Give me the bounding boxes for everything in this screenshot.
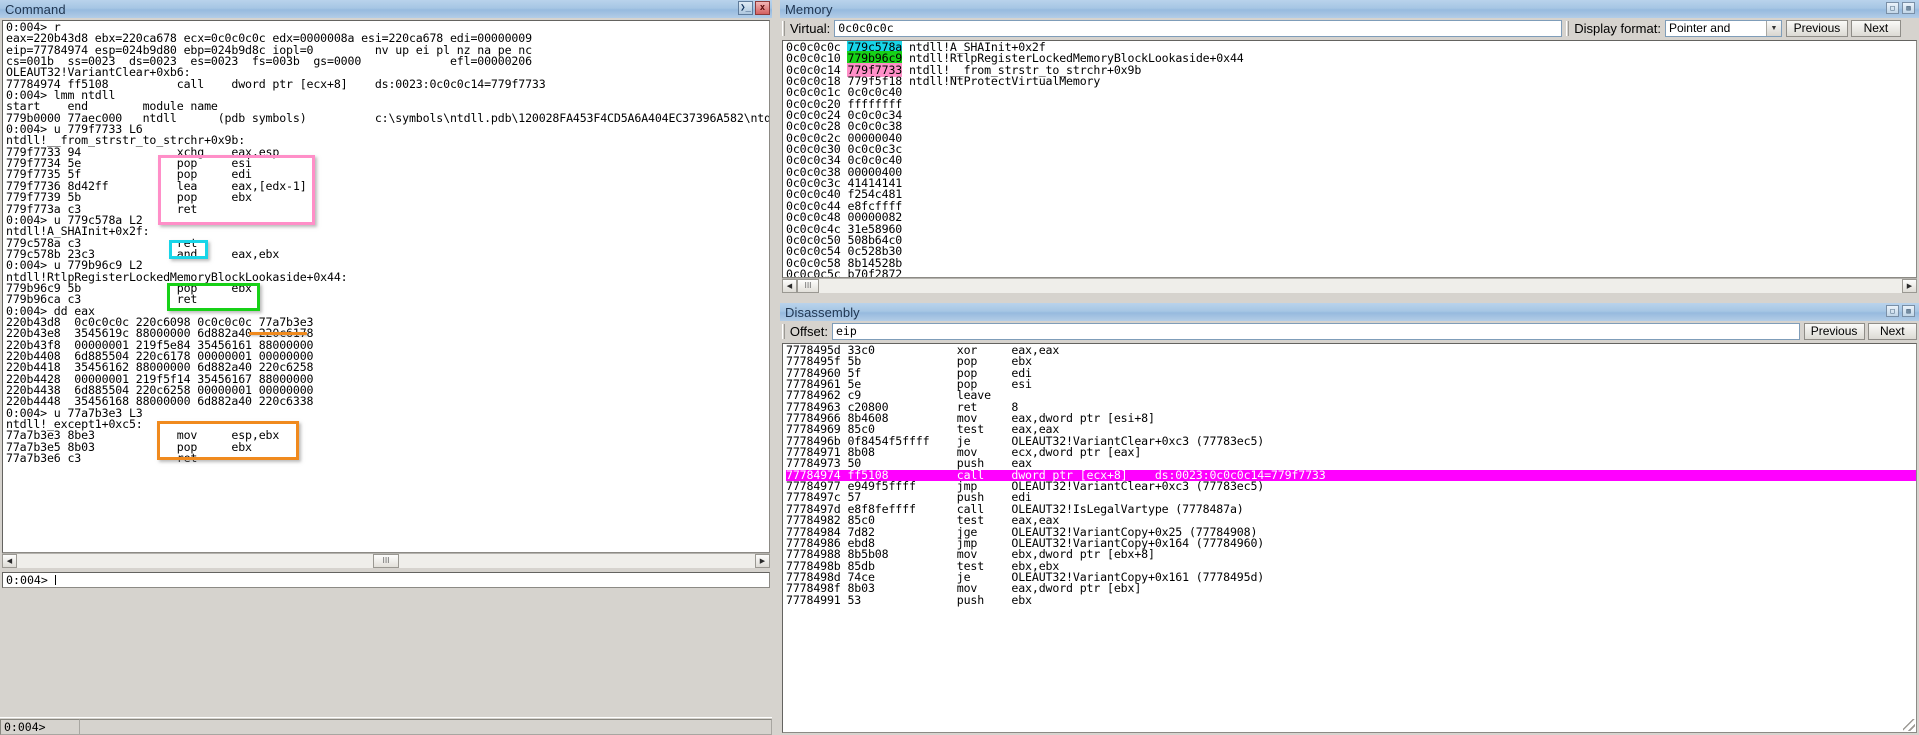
windbg-app: Command ❯_ x 0:004> reax=220b43d8 ebx=22… (0, 0, 1919, 735)
command-output-line: 77a7b3e6 c3 ret (6, 453, 769, 464)
memory-row: 0c0c0c34 0c0c0c40 (786, 155, 1916, 166)
disassembly-listing-text: 7778495d 33c0 xor eax,eax7778495f 5b pop… (783, 344, 1916, 606)
memory-window-buttons: □ ▧ (1886, 2, 1915, 14)
memory-row: 0c0c0c3c 41414141 (786, 178, 1916, 189)
memory-row: 0c0c0c38 00000400 (786, 167, 1916, 178)
command-input-prompt: 0:004> (6, 573, 55, 587)
memory-row: 0c0c0c54 0c528b30 (786, 246, 1916, 257)
memory-row: 0c0c0c2c 00000040 (786, 133, 1916, 144)
disassembly-window: Disassembly □ ▧ Offset: eip Previous Nex… (780, 303, 1919, 735)
resize-grip-icon[interactable] (1903, 719, 1915, 731)
close-icon[interactable]: x (755, 1, 770, 15)
status-prompt-cell: 0:004> (0, 719, 80, 735)
memory-row-value: b70f2872 (847, 267, 902, 278)
command-window: Command ❯_ x 0:004> reax=220b43d8 ebx=22… (0, 0, 772, 735)
scroll-thumb[interactable]: III (373, 554, 399, 568)
scroll-left-icon[interactable]: ◀ (2, 554, 17, 568)
memory-listing-pane[interactable]: 0c0c0c0c 779c578a ntdll!A_SHAInit+0x2f0c… (782, 40, 1917, 278)
disassembly-window-titlebar[interactable]: Disassembly □ ▧ (780, 303, 1919, 321)
memory-window: Memory □ ▧ Virtual: 0c0c0c0c Display for… (780, 0, 1919, 297)
offset-label: Offset: (789, 324, 832, 339)
command-output-text: 0:004> reax=220b43d8 ebx=220ca678 ecx=0c… (3, 21, 769, 464)
memory-row: 0c0c0c18 779f5f18 ntdll!NtProtectVirtual… (786, 76, 1916, 87)
memory-row: 0c0c0c1c 0c0c0c40 (786, 87, 1916, 98)
memory-row: 0c0c0c5c b70f2872 (786, 269, 1916, 278)
memory-row: 0c0c0c58 8b14528b (786, 258, 1916, 269)
memory-scroll-track[interactable] (819, 279, 1902, 294)
memory-scroll-left-icon[interactable]: ◀ (782, 279, 797, 293)
command-hscrollbar[interactable]: ◀ III ▶ (2, 553, 770, 568)
display-format-select[interactable]: Pointer and ▼ (1665, 20, 1782, 37)
memory-row: 0c0c0c48 00000082 (786, 212, 1916, 223)
disassembly-window-title: Disassembly (785, 305, 860, 320)
dock-icon-disasm[interactable]: ▧ (1902, 305, 1915, 317)
display-format-value: Pointer and (1669, 21, 1730, 36)
disassembly-line: 77784991 53 push ebx (786, 595, 1916, 606)
memory-scroll-right-icon[interactable]: ▶ (1902, 279, 1917, 293)
memory-window-titlebar[interactable]: Memory □ ▧ (780, 0, 1919, 18)
memory-previous-button[interactable]: Previous (1786, 20, 1848, 37)
memory-row-address: 0c0c0c5c (786, 267, 847, 278)
memory-listing-text: 0c0c0c0c 779c578a ntdll!A_SHAInit+0x2f0c… (783, 41, 1916, 278)
memory-scroll-thumb[interactable]: III (797, 279, 819, 293)
scroll-track-right[interactable] (399, 554, 755, 569)
command-statusbar: 0:004> (0, 717, 772, 735)
restore-icon-disasm[interactable]: □ (1886, 305, 1899, 317)
status-blank-cell (80, 719, 772, 735)
toolbar-grip-virtual[interactable] (782, 21, 787, 36)
command-window-buttons: ❯_ x (738, 1, 770, 15)
minimize-icon[interactable]: ❯_ (738, 1, 753, 15)
memory-row: 0c0c0c44 e8fcffff (786, 201, 1916, 212)
restore-icon[interactable]: □ (1886, 2, 1899, 14)
command-window-titlebar[interactable]: Command ❯_ x (0, 0, 772, 18)
command-output-line: 77784974 ff5108 call dword ptr [ecx+8] d… (6, 79, 769, 90)
memory-toolbar: Virtual: 0c0c0c0c Display format: Pointe… (780, 19, 1919, 38)
disassembly-window-buttons: □ ▧ (1886, 305, 1915, 317)
command-window-title: Command (5, 2, 66, 17)
scroll-track-left[interactable] (17, 554, 373, 569)
memory-row: 0c0c0c30 0c0c0c3c (786, 144, 1916, 155)
chevron-down-icon[interactable]: ▼ (1766, 21, 1781, 36)
memory-row: 0c0c0c40 f254c481 (786, 189, 1916, 200)
toolbar-grip-format[interactable] (1566, 21, 1571, 36)
display-format-label: Display format: (1573, 21, 1665, 36)
disassembly-listing-pane[interactable]: 7778495d 33c0 xor eax,eax7778495f 5b pop… (782, 343, 1917, 733)
memory-row: 0c0c0c28 0c0c0c38 (786, 121, 1916, 132)
memory-row: 0c0c0c50 508b64c0 (786, 235, 1916, 246)
vertical-splitter[interactable] (772, 0, 780, 735)
memory-row: 0c0c0c24 0c0c0c34 (786, 110, 1916, 121)
memory-row: 0c0c0c20 ffffffff (786, 99, 1916, 110)
command-output-line: 779b96ca c3 ret (6, 294, 769, 305)
toolbar-grip-offset[interactable] (782, 324, 787, 339)
virtual-address-input[interactable]: 0c0c0c0c (834, 20, 1562, 37)
scroll-right-icon[interactable]: ▶ (755, 554, 770, 568)
memory-row-symbol: ntdll!NtProtectVirtualMemory (902, 74, 1100, 88)
memory-hscrollbar[interactable]: ◀ III ▶ (782, 278, 1917, 293)
disassembly-next-button[interactable]: Next (1868, 323, 1917, 340)
disassembly-previous-button[interactable]: Previous (1804, 323, 1865, 340)
dock-icon[interactable]: ▧ (1902, 2, 1915, 14)
virtual-label: Virtual: (789, 21, 834, 36)
disassembly-toolbar: Offset: eip Previous Next (780, 322, 1919, 341)
memory-window-title: Memory (785, 2, 833, 17)
memory-next-button[interactable]: Next (1851, 20, 1901, 37)
memory-row: 0c0c0c4c 31e58960 (786, 224, 1916, 235)
command-output-pane[interactable]: 0:004> reax=220b43d8 ebx=220ca678 ecx=0c… (2, 20, 770, 553)
text-caret (55, 575, 56, 585)
offset-input[interactable]: eip (832, 323, 1800, 340)
command-input[interactable]: 0:004> (2, 572, 770, 588)
